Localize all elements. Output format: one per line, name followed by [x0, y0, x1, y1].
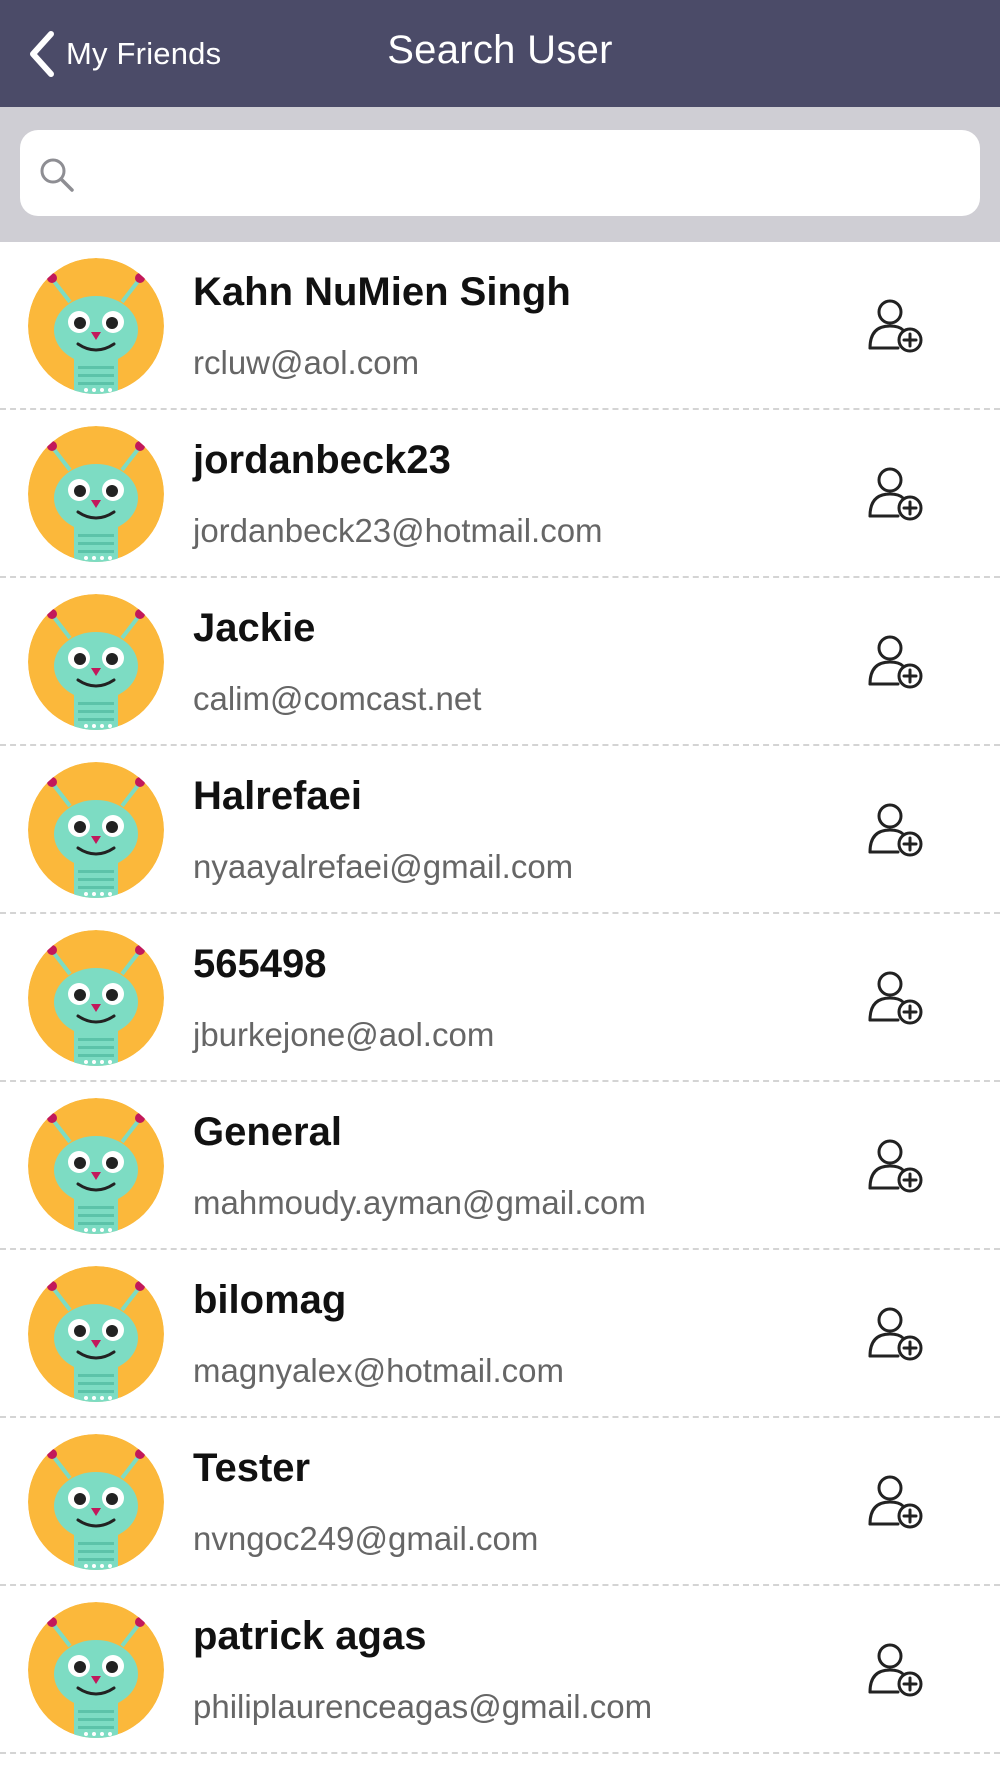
robot-avatar-icon [28, 1602, 164, 1738]
avatar [28, 594, 164, 730]
user-list: Kahn NuMien Singh rcluw@aol.com jordanbe… [0, 242, 1000, 1754]
user-row[interactable]: jordanbeck23 jordanbeck23@hotmail.com [0, 410, 1000, 578]
search-bar-container [0, 107, 1000, 242]
user-name: Jackie [193, 606, 316, 650]
avatar [28, 426, 164, 562]
add-user-icon [868, 467, 923, 521]
user-name: jordanbeck23 [193, 438, 451, 482]
add-user-icon [868, 1139, 923, 1193]
robot-avatar-icon [28, 930, 164, 1066]
user-email: mahmoudy.ayman@gmail.com [193, 1184, 646, 1221]
robot-avatar-icon [28, 762, 164, 898]
user-name: bilomag [193, 1278, 347, 1322]
page-title: Search User [387, 28, 613, 72]
add-user-icon [868, 1307, 923, 1361]
add-user-icon [868, 1643, 923, 1697]
add-friend-button[interactable] [866, 632, 926, 692]
user-email: nyaayalrefaei@gmail.com [193, 848, 574, 885]
user-row[interactable]: 565498 jburkejone@aol.com [0, 914, 1000, 1082]
avatar [28, 1266, 164, 1402]
search-box[interactable] [20, 130, 980, 218]
user-name: patrick agas [193, 1614, 427, 1658]
search-icon [40, 158, 74, 192]
add-friend-button[interactable] [866, 1472, 926, 1532]
avatar [28, 1434, 164, 1570]
user-row[interactable]: Tester nvngoc249@gmail.com [0, 1418, 1000, 1586]
robot-avatar-icon [28, 1434, 164, 1570]
avatar [28, 1602, 164, 1738]
add-friend-button[interactable] [866, 1640, 926, 1700]
user-name: Tester [193, 1446, 311, 1490]
add-friend-button[interactable] [866, 464, 926, 524]
add-friend-button[interactable] [866, 968, 926, 1028]
avatar [28, 762, 164, 898]
avatar [28, 258, 164, 394]
user-email: jburkejone@aol.com [193, 1016, 495, 1053]
robot-avatar-icon [28, 1098, 164, 1234]
user-row[interactable]: bilomag magnyalex@hotmail.com [0, 1250, 1000, 1418]
add-user-icon [868, 635, 923, 689]
user-email: philiplaurenceagas@gmail.com [193, 1688, 653, 1725]
user-name: Kahn NuMien Singh [193, 270, 571, 314]
user-row[interactable]: patrick agas philiplaurenceagas@gmail.co… [0, 1586, 1000, 1754]
user-name: 565498 [193, 942, 327, 986]
add-friend-button[interactable] [866, 1304, 926, 1364]
user-email: rcluw@aol.com [193, 344, 420, 381]
avatar [28, 1098, 164, 1234]
add-friend-button[interactable] [866, 296, 926, 356]
robot-avatar-icon [28, 426, 164, 562]
add-user-icon [868, 299, 923, 353]
user-row[interactable]: Jackie calim@comcast.net [0, 578, 1000, 746]
user-row[interactable]: General mahmoudy.ayman@gmail.com [0, 1082, 1000, 1250]
add-friend-button[interactable] [866, 800, 926, 860]
add-friend-button[interactable] [866, 1136, 926, 1196]
user-email: nvngoc249@gmail.com [193, 1520, 539, 1557]
robot-avatar-icon [28, 1266, 164, 1402]
user-email: jordanbeck23@hotmail.com [193, 512, 603, 549]
add-user-icon [868, 1475, 923, 1529]
user-name: Halrefaei [193, 774, 362, 818]
avatar [28, 930, 164, 1066]
add-user-icon [868, 971, 923, 1025]
robot-avatar-icon [28, 594, 164, 730]
robot-avatar-icon [28, 258, 164, 394]
user-email: calim@comcast.net [193, 680, 482, 717]
add-user-icon [868, 803, 923, 857]
user-email: magnyalex@hotmail.com [193, 1352, 564, 1389]
user-row[interactable]: Kahn NuMien Singh rcluw@aol.com [0, 242, 1000, 410]
navigation-bar: My Friends Search User [0, 0, 1000, 107]
user-row[interactable]: Halrefaei nyaayalrefaei@gmail.com [0, 746, 1000, 914]
user-name: General [193, 1110, 342, 1154]
search-input[interactable] [92, 130, 966, 218]
